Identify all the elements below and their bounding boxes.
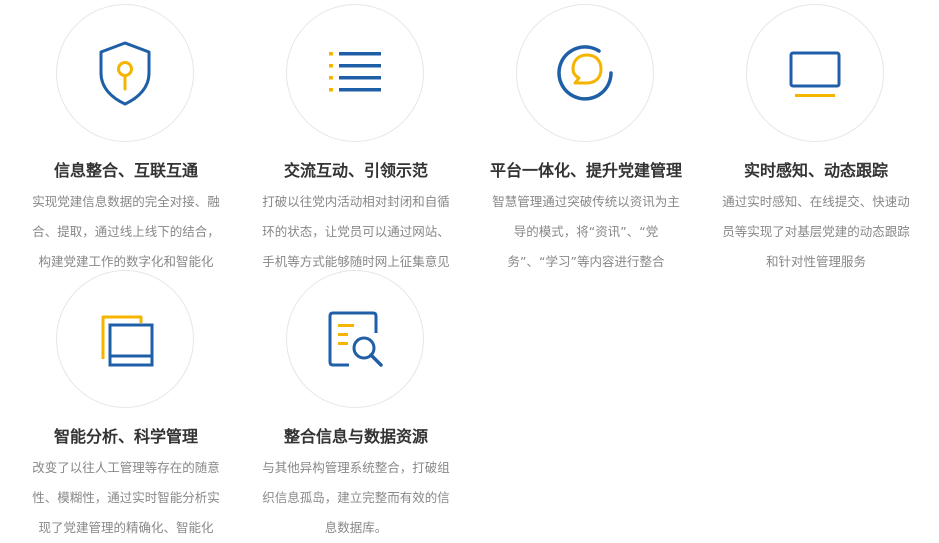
feature-title: 信息整合、互联互通 [53, 161, 198, 180]
feature-description-line: 通过实时感知、在线提交、快速动 [722, 194, 910, 209]
feature-title: 智能分析、科学管理 [53, 427, 198, 446]
document-search-icon [328, 311, 383, 367]
list-icon [329, 52, 381, 92]
feature-description: 打破以往党内活动相对封闭和自循 环的状态，让党员可以通过网站、 手机等方式能够随… [246, 187, 466, 277]
feature-description: 实现党建信息数据的完全对接、融 合、提取，通过线上线下的结合， 构建党建工作的数… [16, 187, 236, 277]
monitor-icon [789, 51, 841, 97]
feature-description-line: 员等实现了对基层党建的动态跟踪 [722, 224, 910, 239]
feature-description-line: 现了党建管理的精确化、智能化 [38, 520, 214, 535]
feature-description: 与其他异构管理系统整合，打破组 织信息孤岛，建立完整而有效的信 息数据库。 [246, 453, 466, 543]
feature-description-line: 改变了以往人工管理等存在的随意 [32, 460, 220, 475]
feature-title: 整合信息与数据资源 [283, 427, 428, 446]
icon-circle [746, 4, 884, 142]
feature-description-line: 合、提取，通过线上线下的结合， [32, 224, 220, 239]
feature-title: 交流互动、引领示范 [283, 161, 428, 180]
feature-title: 平台一体化、提升党建管理 [489, 161, 682, 180]
feature-description-line: 环的状态，让党员可以通过网站、 [262, 224, 450, 239]
feature-description: 通过实时感知、在线提交、快速动 员等实现了对基层党建的动态跟踪 和针对性管理服务 [706, 187, 926, 277]
feature-description-line: 性、模糊性，通过实时智能分析实 [32, 490, 220, 505]
feature-description-line: 导的模式，将“资讯”、“党 [513, 224, 659, 239]
feature-description-line: 与其他异构管理系统整合，打破组 [262, 460, 450, 475]
feature-description-line: 智慧管理通过突破传统以资讯为主 [492, 194, 680, 209]
icon-circle [56, 4, 194, 142]
chat-bubble-icon [557, 45, 613, 101]
feature-description: 改变了以往人工管理等存在的随意 性、模糊性，通过实时智能分析实 现了党建管理的精… [16, 453, 236, 543]
stacked-windows-icon [101, 315, 154, 367]
feature-description-line: 和针对性管理服务 [765, 254, 866, 269]
feature-description-line: 实现党建信息数据的完全对接、融 [32, 194, 220, 209]
feature-description: 智慧管理通过突破传统以资讯为主 导的模式，将“资讯”、“党 务”、“学习”等内容… [476, 187, 696, 277]
feature-description-line: 打破以往党内活动相对封闭和自循 [262, 194, 450, 209]
icon-circle [56, 270, 194, 408]
feature-description-line: 织信息孤岛，建立完整而有效的信 [262, 490, 450, 505]
feature-title: 实时感知、动态跟踪 [743, 161, 888, 180]
feature-description-line: 务”、“学习”等内容进行整合 [507, 254, 665, 269]
icon-circle [286, 270, 424, 408]
feature-description-line: 息数据库。 [324, 520, 388, 535]
shield-key-icon [99, 41, 151, 106]
icon-circle [516, 4, 654, 142]
icon-circle [286, 4, 424, 142]
